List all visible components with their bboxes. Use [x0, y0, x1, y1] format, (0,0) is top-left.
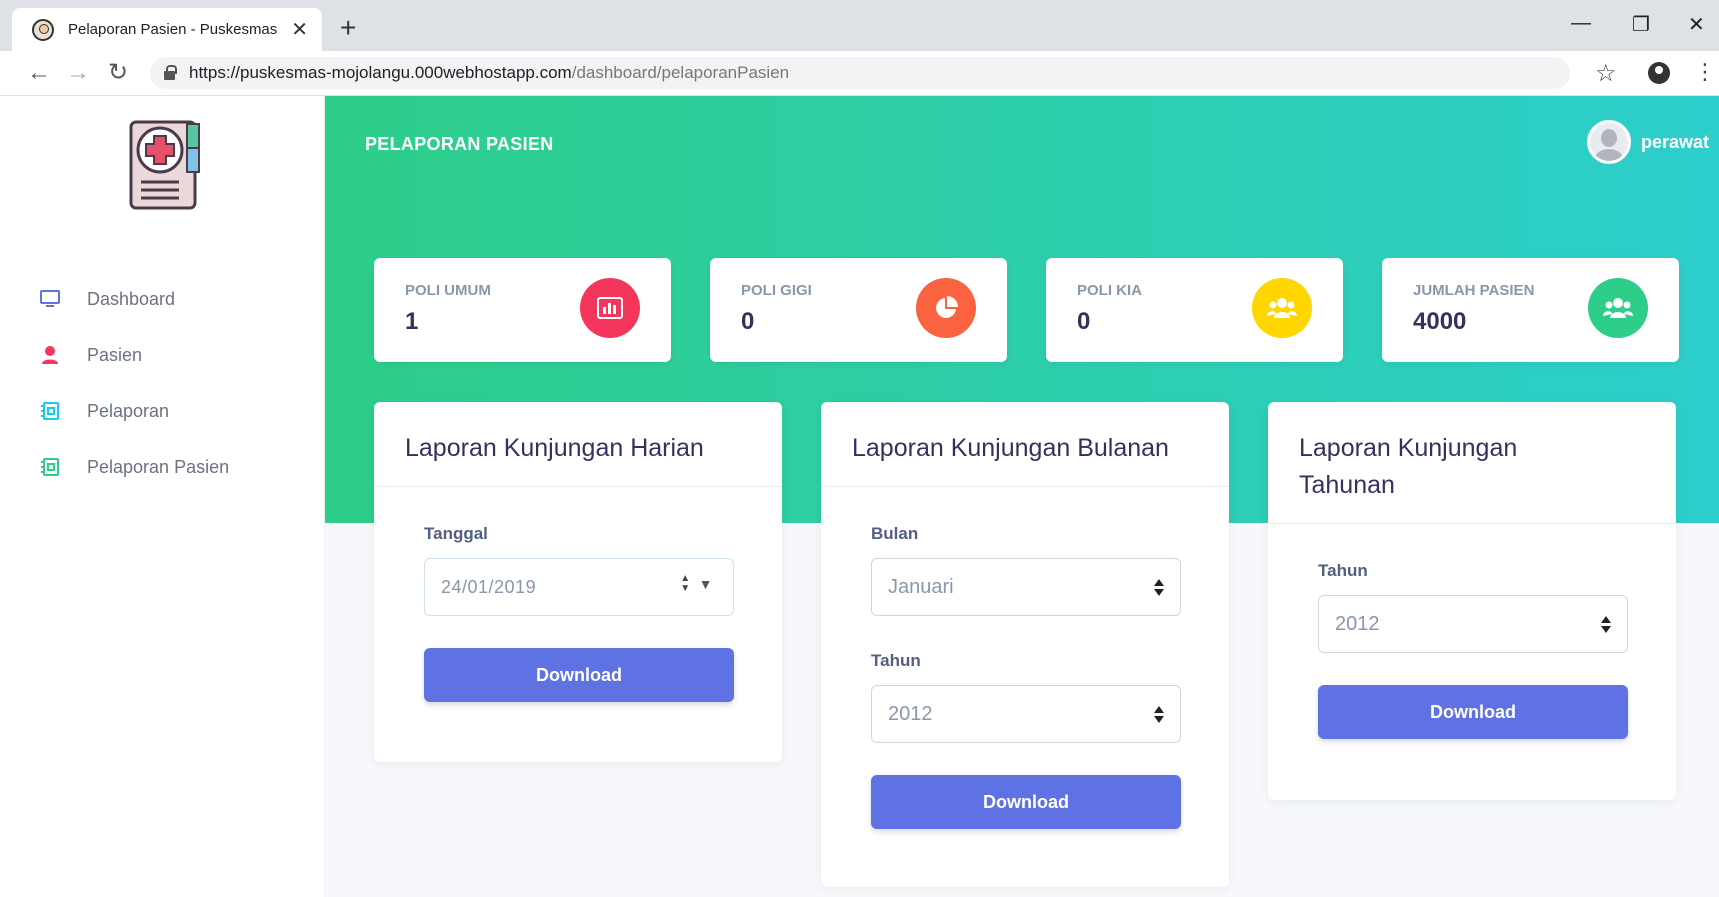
- monitor-icon: [40, 289, 60, 309]
- date-label: Tanggal: [424, 524, 488, 543]
- sidebar-item-pelaporan-pasien[interactable]: Pelaporan Pasien: [10, 439, 325, 495]
- report-icon: [40, 401, 60, 421]
- date-value: 24/01/2019: [441, 576, 537, 597]
- stat-label: POLI GIGI: [741, 282, 812, 299]
- download-button-harian[interactable]: Download: [424, 648, 734, 702]
- url-path: /dashboard/pelaporanPasien: [571, 63, 790, 82]
- sidebar-item-dashboard[interactable]: Dashboard: [10, 271, 325, 327]
- sidebar-item-pelaporan[interactable]: Pelaporan: [10, 383, 325, 439]
- select-arrows-icon: [1601, 616, 1611, 634]
- year-select[interactable]: 2012: [1318, 595, 1628, 653]
- dropdown-arrow-icon[interactable]: ▼: [699, 576, 713, 592]
- date-input[interactable]: 24/01/2019 ▲ ▼ ▼: [424, 558, 734, 616]
- sidebar-item-label: Pasien: [87, 344, 143, 365]
- card-laporan-bulanan: Laporan Kunjungan Bulanan Bulan Januari …: [821, 402, 1229, 887]
- year-value: 2012: [1335, 612, 1380, 635]
- users-icon: [1252, 278, 1312, 338]
- sidebar-nav: Dashboard Pasien Pelaporan Pelaporan Pas…: [10, 271, 325, 495]
- sidebar-item-label: Pelaporan: [87, 400, 170, 421]
- sidebar-item-label: Pelaporan Pasien: [87, 456, 230, 477]
- page: Dashboard Pasien Pelaporan Pelaporan Pas…: [10, 96, 1719, 897]
- stat-value: 0: [741, 308, 755, 335]
- sidebar: Dashboard Pasien Pelaporan Pelaporan Pas…: [10, 96, 325, 897]
- url-host: https://puskesmas-mojolangu.000webhostap…: [189, 63, 572, 82]
- card-laporan-harian: Laporan Kunjungan Harian Tanggal 24/01/2…: [374, 402, 782, 762]
- tab-title: Pelaporan Pasien - Puskesmas: [68, 21, 278, 38]
- logo-icon: [127, 118, 203, 214]
- month-value: Januari: [888, 575, 954, 598]
- users-icon: [1588, 278, 1648, 338]
- year-value: 2012: [888, 702, 933, 725]
- restore-icon[interactable]: ❐: [1632, 12, 1650, 37]
- browser-tab[interactable]: Pelaporan Pasien - Puskesmas ✕: [12, 8, 322, 51]
- back-icon[interactable]: ←: [27, 61, 51, 85]
- month-select[interactable]: Januari: [871, 558, 1181, 616]
- reload-icon[interactable]: ↻: [108, 61, 128, 85]
- select-arrows-icon: [1154, 579, 1164, 597]
- browser-tabstrip: Pelaporan Pasien - Puskesmas ✕ + — ❐ ✕: [0, 0, 1719, 51]
- report-icon: [40, 457, 60, 477]
- profile-icon[interactable]: [1648, 62, 1670, 84]
- sidebar-item-pasien[interactable]: Pasien: [10, 327, 325, 383]
- select-arrows-icon: [1154, 706, 1164, 724]
- bookmark-star-icon[interactable]: ☆: [1595, 59, 1617, 88]
- minimize-icon[interactable]: —: [1571, 12, 1591, 35]
- stat-card-poli-gigi: POLI GIGI 0: [710, 258, 1007, 362]
- close-window-icon[interactable]: ✕: [1688, 12, 1705, 37]
- menu-dots-icon[interactable]: ⋮: [1694, 59, 1716, 85]
- stat-card-poli-kia: POLI KIA 0: [1046, 258, 1343, 362]
- download-button-tahunan[interactable]: Download: [1318, 685, 1628, 739]
- card-title: Laporan Kunjungan Tahunan: [1268, 402, 1676, 524]
- card-laporan-tahunan: Laporan Kunjungan Tahunan Tahun 2012 Dow…: [1268, 402, 1676, 800]
- lock-icon: [164, 64, 177, 80]
- new-tab-icon[interactable]: +: [340, 14, 356, 42]
- spinner-icon[interactable]: ▲ ▼: [680, 574, 690, 594]
- stat-label: POLI UMUM: [405, 282, 491, 299]
- month-label: Bulan: [871, 524, 919, 543]
- stat-value: 0: [1077, 308, 1091, 335]
- user-menu[interactable]: perawat: [1586, 120, 1709, 164]
- stat-label: POLI KIA: [1077, 282, 1143, 299]
- sidebar-item-label: Dashboard: [87, 288, 176, 309]
- address-bar: ← → ↻ https://puskesmas-mojolangu.000web…: [0, 51, 1719, 96]
- avatar: [1586, 120, 1631, 164]
- stat-card-poli-umum: POLI UMUM 1: [374, 258, 671, 362]
- user-icon: [40, 345, 60, 365]
- page-title: PELAPORAN PASIEN: [365, 134, 554, 154]
- year-select[interactable]: 2012: [871, 685, 1181, 743]
- close-tab-icon[interactable]: ✕: [291, 17, 308, 42]
- year-label: Tahun: [1318, 561, 1368, 580]
- stat-value: 4000: [1413, 308, 1467, 335]
- user-name: perawat: [1640, 131, 1709, 152]
- date-controls[interactable]: ▲ ▼ ▼: [680, 574, 713, 594]
- pie-chart-icon: [916, 278, 976, 338]
- download-button-bulanan[interactable]: Download: [871, 775, 1181, 829]
- favicon-icon: [32, 18, 54, 41]
- card-title: Laporan Kunjungan Bulanan: [821, 402, 1229, 487]
- card-title: Laporan Kunjungan Harian: [374, 402, 782, 487]
- stat-card-jumlah-pasien: JUMLAH PASIEN 4000: [1382, 258, 1679, 362]
- stat-value: 1: [405, 308, 419, 335]
- year-label: Tahun: [871, 651, 921, 670]
- stat-label: JUMLAH PASIEN: [1413, 282, 1535, 299]
- url-field[interactable]: https://puskesmas-mojolangu.000webhostap…: [150, 57, 1570, 89]
- bar-chart-icon: [580, 278, 640, 338]
- forward-icon[interactable]: →: [66, 61, 90, 85]
